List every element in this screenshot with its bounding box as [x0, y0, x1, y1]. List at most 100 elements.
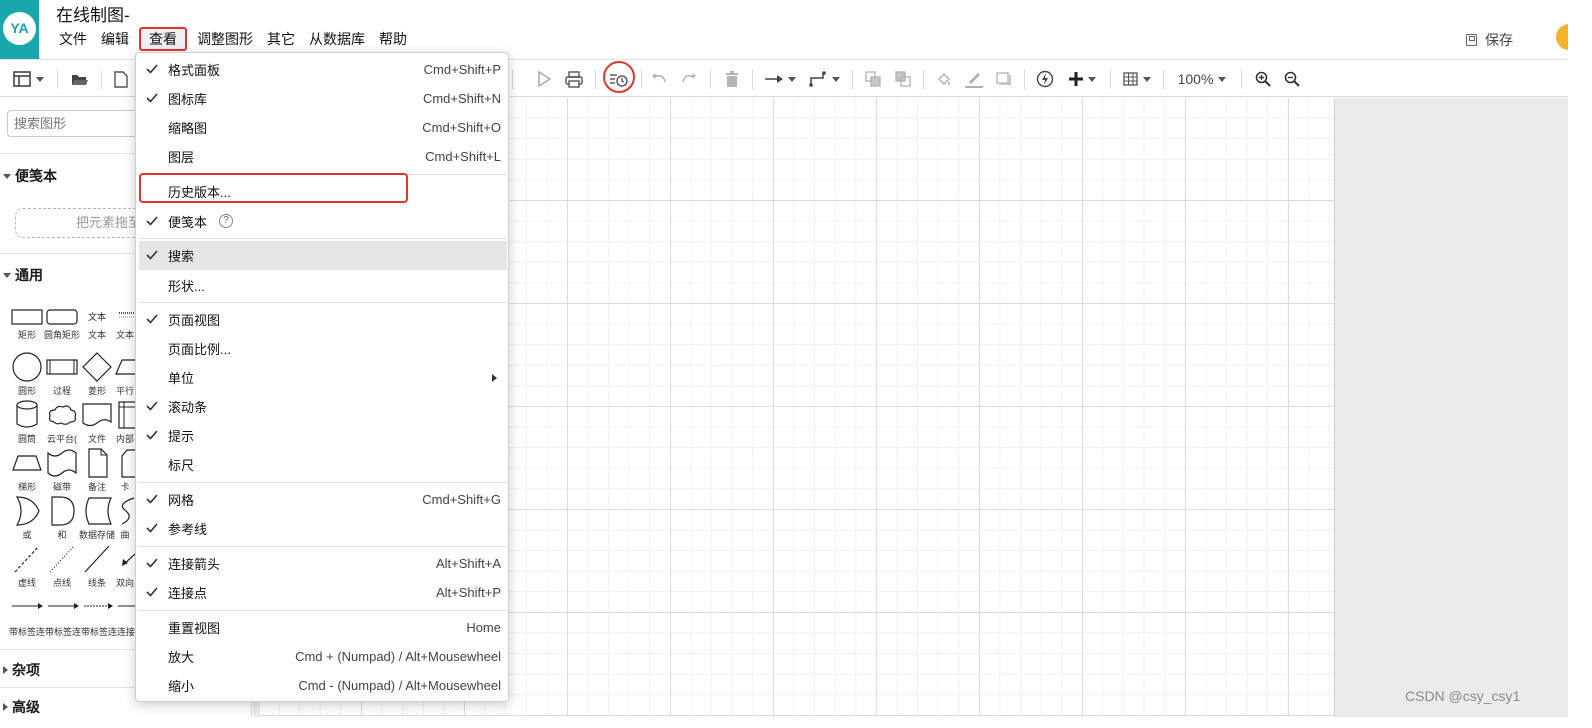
- shape-rectangle[interactable]: 矩形: [9, 308, 45, 341]
- fill-color-button[interactable]: [933, 60, 955, 98]
- menu-file[interactable]: 文件: [52, 27, 94, 51]
- menu-item-label: 参考线: [168, 522, 208, 537]
- menu-extras[interactable]: 其它: [260, 27, 302, 51]
- shape-card[interactable]: 卡: [114, 448, 136, 493]
- zoom-in-button[interactable]: [1252, 60, 1274, 98]
- menu-item-scratchpad[interactable]: 便笺本 ?: [139, 207, 507, 236]
- menu-item-layers[interactable]: 图层 Cmd+Shift+L: [139, 142, 507, 171]
- shape-curve[interactable]: 曲: [114, 496, 136, 541]
- undo-button[interactable]: [648, 60, 670, 98]
- cylinder-shape-icon: [16, 400, 38, 428]
- menu-item-units[interactable]: 单位: [139, 363, 507, 392]
- menu-item-zoom-in[interactable]: 放大 Cmd + (Numpad) / Alt+Mousewheel: [139, 642, 507, 671]
- shape-rounded-rectangle[interactable]: 圆角矩形: [44, 308, 80, 341]
- shape-cylinder[interactable]: 圆筒: [9, 400, 45, 445]
- menu-item-tooltips[interactable]: 提示: [139, 421, 507, 450]
- shape-text[interactable]: 文本 文本: [79, 308, 115, 341]
- shape-note[interactable]: 备注: [79, 448, 115, 493]
- menu-item-ruler[interactable]: 标尺: [139, 450, 507, 479]
- play-button[interactable]: [533, 60, 555, 98]
- menu-item-zoom-out[interactable]: 缩小 Cmd - (Numpad) / Alt+Mousewheel: [139, 671, 507, 700]
- shadow-button[interactable]: [993, 60, 1015, 98]
- menu-item-connection-points[interactable]: 连接点 Alt+Shift+P: [139, 578, 507, 607]
- menu-item-search[interactable]: 搜索: [139, 241, 507, 270]
- shape-label: 菱形: [87, 386, 106, 396]
- user-badge[interactable]: [1556, 24, 1568, 50]
- shape-label: 圆角矩形: [44, 330, 80, 340]
- shape-tape[interactable]: 磁带: [44, 448, 80, 493]
- shape-cloud[interactable]: 云平台(: [44, 400, 80, 445]
- scratchpad-section-header[interactable]: 便笺本: [3, 166, 57, 186]
- menu-item-grid[interactable]: 网格 Cmd+Shift+G: [139, 485, 507, 514]
- menu-item-label: 格式面板: [168, 63, 221, 78]
- shape-bidirectional-arrow[interactable]: 双向: [114, 544, 136, 589]
- menu-from-database[interactable]: 从数据库: [302, 27, 372, 51]
- shape-dashed-line[interactable]: 虚线: [9, 544, 45, 589]
- note-shape-icon: [88, 448, 108, 478]
- print-button[interactable]: [563, 60, 585, 98]
- advanced-section-header[interactable]: 高级: [3, 697, 40, 717]
- menu-item-connection-arrows[interactable]: 连接箭头 Alt+Shift+A: [139, 549, 507, 578]
- scratchpad-drop-zone[interactable]: 把元素拖至: [15, 208, 150, 238]
- menu-item-label: 网格: [168, 493, 195, 508]
- shape-rhombus[interactable]: 菱形: [79, 352, 115, 397]
- table-button[interactable]: [1120, 60, 1154, 98]
- menu-item-shortcut: Cmd + (Numpad) / Alt+Mousewheel: [295, 649, 501, 664]
- shape-search-input[interactable]: [7, 110, 139, 137]
- menu-item-guides[interactable]: 参考线: [139, 514, 507, 543]
- to-front-button[interactable]: [862, 60, 884, 98]
- zoom-out-button[interactable]: [1281, 60, 1303, 98]
- line-shape-icon: [84, 545, 110, 573]
- shape-internal-storage[interactable]: 内部: [114, 400, 136, 445]
- waypoint-style-button[interactable]: [806, 60, 842, 98]
- to-back-button[interactable]: [892, 60, 914, 98]
- save-button[interactable]: 保存: [1466, 30, 1513, 50]
- menu-item-label: 搜索: [168, 249, 195, 264]
- shape-line[interactable]: 线条: [79, 544, 115, 589]
- general-title: 通用: [15, 267, 43, 283]
- menu-edit[interactable]: 编辑: [94, 27, 136, 51]
- connection-style-button[interactable]: [762, 60, 798, 98]
- open-button[interactable]: [67, 60, 93, 98]
- menu-item-format-panel[interactable]: 格式面板 Cmd+Shift+P: [139, 55, 507, 84]
- new-page-button[interactable]: [110, 60, 132, 98]
- delete-button[interactable]: [721, 60, 743, 98]
- misc-section-header[interactable]: 杂项: [3, 660, 40, 680]
- menu-arrange[interactable]: 调整图形: [190, 27, 260, 51]
- labeled-connector-icons[interactable]: [10, 602, 136, 610]
- help-icon[interactable]: ?: [219, 214, 233, 228]
- menu-item-page-view[interactable]: 页面视图: [139, 305, 507, 334]
- shape-data-storage[interactable]: 数据存储: [79, 496, 115, 541]
- menu-item-scrollbars[interactable]: 滚动条: [139, 392, 507, 421]
- shape-parallelogram[interactable]: 平行: [114, 352, 136, 397]
- edit-style-button[interactable]: [1034, 60, 1056, 98]
- shape-dotted-line[interactable]: 点线: [44, 544, 80, 589]
- menu-item-reset-view[interactable]: 重置视图 Home: [139, 613, 507, 642]
- general-section-header[interactable]: 通用: [3, 265, 43, 285]
- menu-item-outline[interactable]: 缩略图 Cmd+Shift+O: [139, 113, 507, 142]
- document-title[interactable]: 在线制图-: [56, 1, 130, 26]
- redo-button[interactable]: [678, 60, 700, 98]
- shape-or[interactable]: 或: [9, 496, 45, 541]
- menu-item-label: 图标库: [168, 92, 208, 107]
- history-highlight-circle: [603, 61, 635, 93]
- menu-item-revision-history[interactable]: 历史版本...: [139, 177, 507, 206]
- shape-process[interactable]: 过程: [44, 352, 80, 397]
- menu-item-page-scale[interactable]: 页面比例...: [139, 334, 507, 363]
- insert-button[interactable]: [1064, 60, 1100, 98]
- menu-item-label: 滚动条: [168, 400, 208, 415]
- line-color-button[interactable]: [963, 60, 985, 98]
- menu-view[interactable]: 查看: [139, 27, 187, 51]
- menu-help[interactable]: 帮助: [372, 27, 414, 51]
- avatar[interactable]: YA: [3, 12, 36, 45]
- shape-textbox[interactable]: 文本: [114, 308, 136, 341]
- panel-toggle-button[interactable]: [8, 60, 48, 98]
- shape-document[interactable]: 文件: [79, 400, 115, 445]
- zoom-dropdown[interactable]: 100%: [1172, 60, 1232, 98]
- shape-trapezoid[interactable]: 梯形: [9, 448, 45, 493]
- shape-ellipse[interactable]: 圆形: [9, 352, 45, 397]
- shape-and[interactable]: 和: [44, 496, 80, 541]
- avatar-container[interactable]: YA: [0, 0, 39, 59]
- menu-item-shape-library[interactable]: 图标库 Cmd+Shift+N: [139, 84, 507, 113]
- menu-item-shapes[interactable]: 形状...: [139, 271, 507, 300]
